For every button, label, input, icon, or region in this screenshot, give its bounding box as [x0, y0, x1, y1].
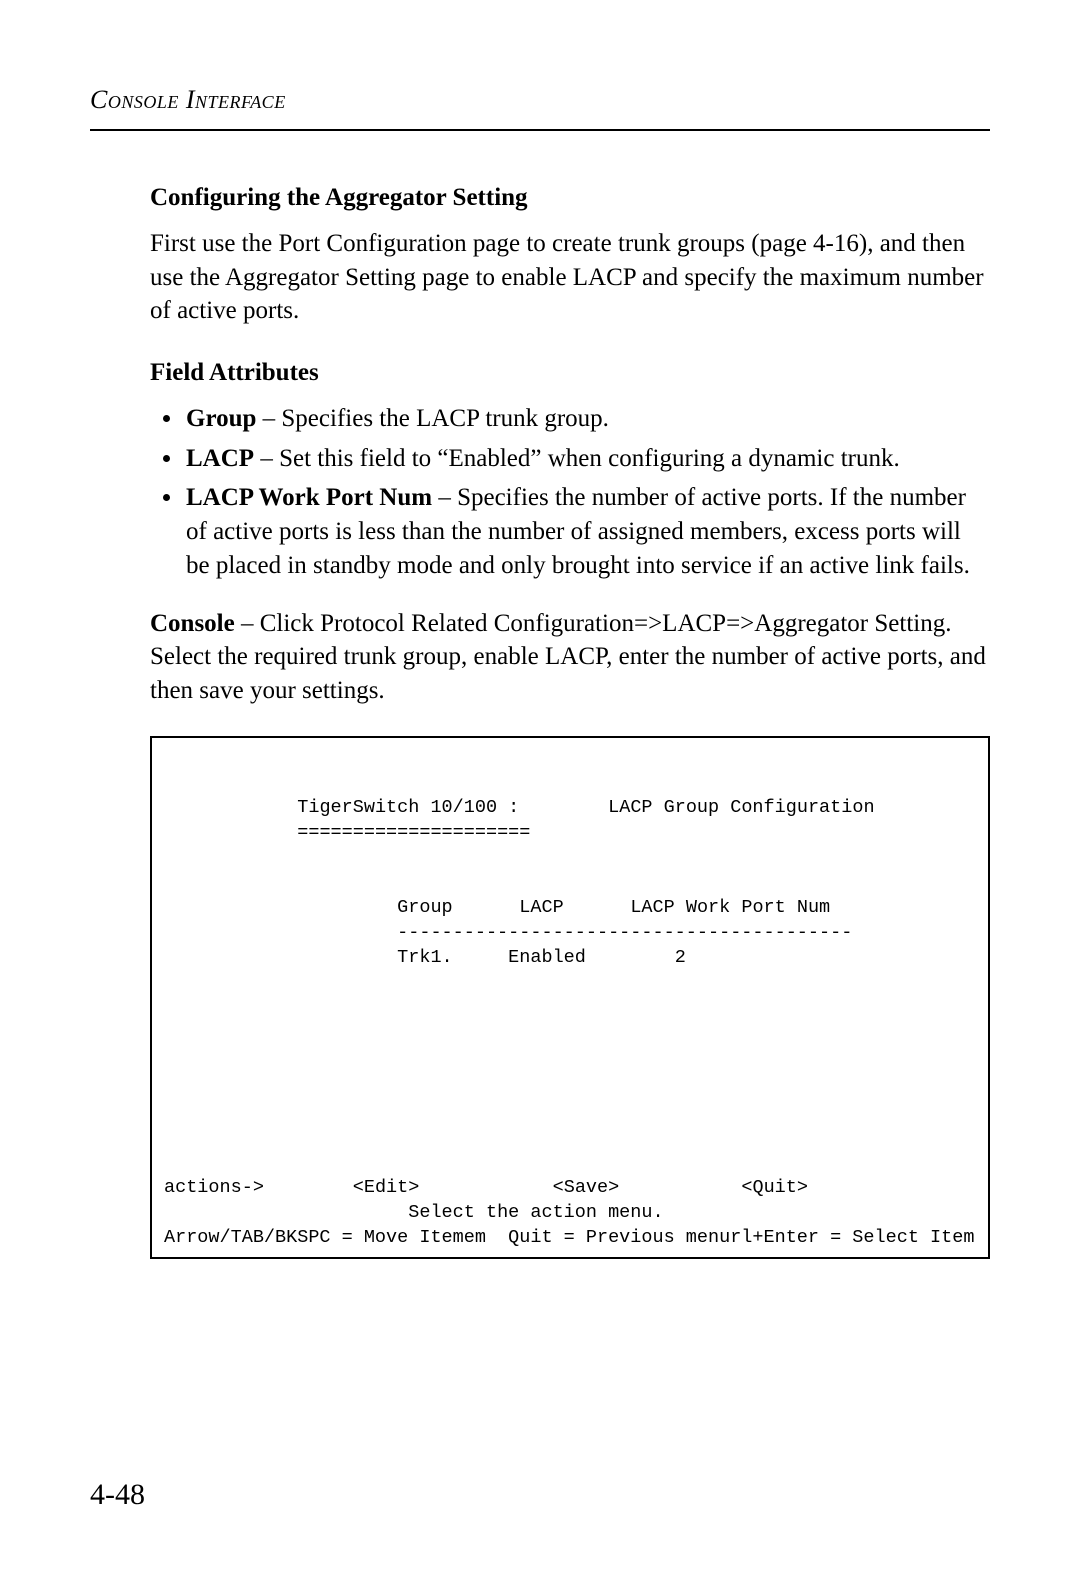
- console-device-label: TigerSwitch 10/100 :: [297, 797, 519, 818]
- list-item: LACP – Set this field to “Enabled” when …: [184, 442, 990, 476]
- field-term: LACP: [186, 445, 254, 472]
- console-col-lacp: LACP: [519, 897, 563, 918]
- console-lead-desc: – Click Protocol Related Configuration=>…: [150, 610, 986, 705]
- console-col-rule: ----------------------------------------…: [397, 922, 852, 943]
- console-action-save[interactable]: <Save>: [553, 1177, 620, 1198]
- console-val-lacp: Enabled: [508, 947, 586, 968]
- console-lead-paragraph: Console – Click Protocol Related Configu…: [150, 607, 990, 708]
- console-hint-1: Select the action menu.: [408, 1202, 663, 1223]
- console-val-workport: 2: [675, 947, 686, 968]
- header-rule: [90, 129, 990, 131]
- console-body: TigerSwitch 10/100 : LACP Group Configur…: [164, 796, 976, 1176]
- list-item: LACP Work Port Num – Specifies the numbe…: [184, 481, 990, 582]
- running-head: Console Interface: [90, 85, 990, 125]
- page-number: 4-48: [90, 1478, 145, 1512]
- console-lead-term: Console: [150, 610, 235, 637]
- console-col-group: Group: [397, 897, 453, 918]
- console-action-edit[interactable]: <Edit>: [353, 1177, 420, 1198]
- page: Console Interface Configuring the Aggreg…: [0, 0, 1080, 1570]
- section-title: Configuring the Aggregator Setting: [150, 181, 990, 215]
- console-actions-label: actions->: [164, 1177, 264, 1198]
- field-desc: – Specifies the LACP trunk group.: [256, 405, 609, 432]
- field-attributes-heading: Field Attributes: [150, 356, 990, 390]
- field-term: Group: [186, 405, 256, 432]
- body-text: Configuring the Aggregator Setting First…: [90, 181, 990, 1259]
- console-col-workport: LACP Work Port Num: [630, 897, 830, 918]
- console-screen-title: LACP Group Configuration: [608, 797, 874, 818]
- console-action-quit[interactable]: <Quit>: [741, 1177, 808, 1198]
- field-desc: – Set this field to “Enabled” when confi…: [254, 445, 900, 472]
- field-list: Group – Specifies the LACP trunk group. …: [150, 402, 990, 583]
- console-underline: =====================: [297, 822, 530, 843]
- console-screenshot: TigerSwitch 10/100 : LACP Group Configur…: [150, 736, 990, 1259]
- field-term: LACP Work Port Num: [186, 484, 432, 511]
- list-item: Group – Specifies the LACP trunk group.: [184, 402, 990, 436]
- intro-paragraph: First use the Port Configuration page to…: [150, 227, 990, 328]
- console-hint-2: Arrow/TAB/BKSPC = Move Itemem Quit = Pre…: [164, 1227, 974, 1248]
- console-val-group: Trk1.: [397, 947, 453, 968]
